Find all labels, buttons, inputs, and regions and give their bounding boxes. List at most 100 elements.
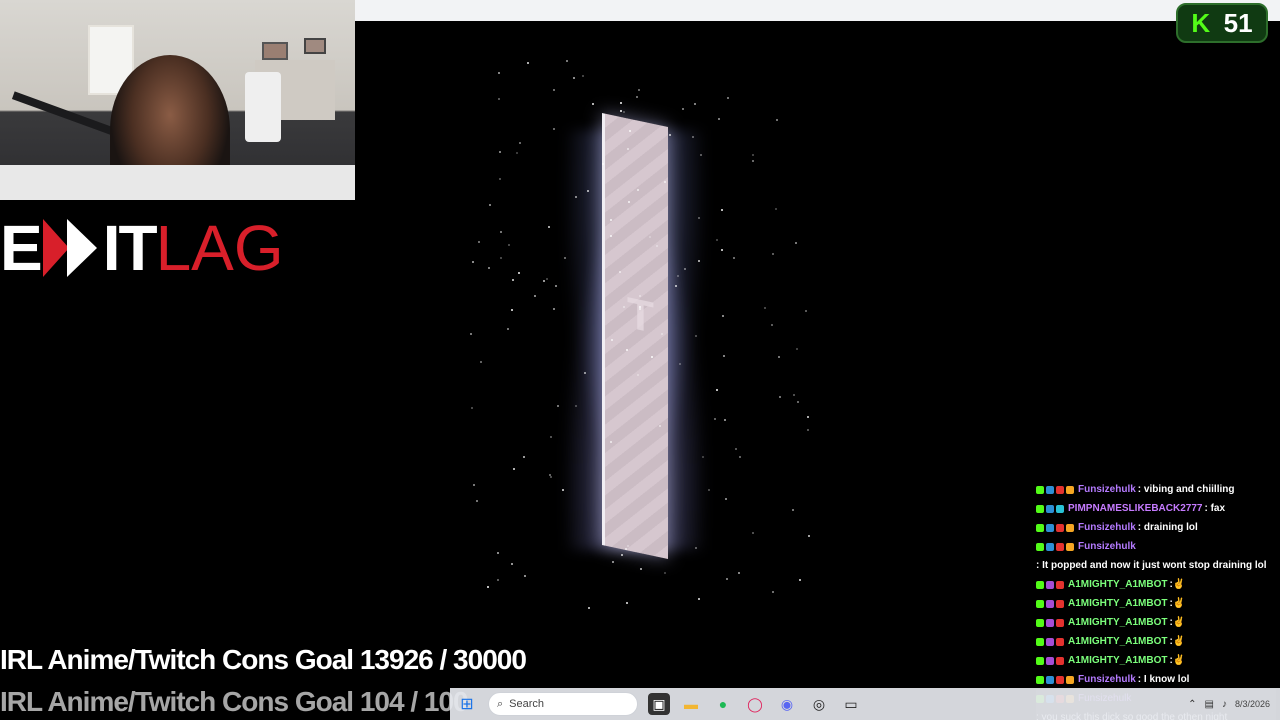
wall-frame-2 [304,38,326,54]
chat-badges-icon [1036,504,1064,513]
star-particle [513,467,516,470]
star-particle [796,401,799,404]
star-particle [774,208,777,211]
star-particle [499,177,502,180]
viewer-count: 51 [1223,7,1253,38]
star-particle [626,544,629,547]
star-particle [791,509,794,512]
star-particle [507,327,510,330]
logo-letters-it: IT [102,212,158,284]
star-particle [717,117,720,120]
star-particle [771,590,774,593]
star-particle [510,563,513,566]
emote-icon: ✌ [1172,636,1186,647]
star-particle [592,103,595,106]
star-particle [678,362,681,365]
chat-overlay: Funsizehulk: vibing and chiilling PIMPNAM… [1036,480,1276,720]
star-particle [497,71,500,74]
chat-username: A1MIGHTY_A1MBOT [1068,636,1168,647]
logo-letters-lag: LAG [155,212,284,284]
chat-badges-icon [1036,637,1064,646]
star-particle [573,76,576,79]
app-window-icon[interactable]: ▭ [840,693,862,715]
stream-canvas: E IT LAG T K 51 Funsizehulk: vibing and … [0,0,1280,720]
wall-frame-1 [262,42,288,60]
star-particle [763,307,766,310]
chat-badges-icon [1036,523,1074,532]
star-particle [637,89,640,92]
star-particle [511,308,514,311]
tray-chevron-icon[interactable]: ⌃ [1188,699,1196,710]
desk-surface [0,165,355,200]
star-particle [639,567,642,570]
star-particle [694,335,697,338]
star-particle [552,88,555,91]
tray-date[interactable]: 8/3/2026 [1235,699,1270,710]
file-explorer-icon[interactable]: ▬ [680,693,702,715]
star-particle [693,102,696,105]
chat-badges-icon [1036,675,1074,684]
chat-text: : vibing and chiilling [1137,484,1235,495]
spotify-icon[interactable]: ● [712,693,734,715]
chat-badges-icon [1036,542,1074,551]
star-particle [472,261,475,264]
chat-username: Funsizehulk [1078,522,1136,533]
goal-text-secondary: IRL Anime/Twitch Cons Goal 104 / 100 [0,686,469,717]
discord-icon[interactable]: ◉ [776,693,798,715]
chat-badges-icon [1036,485,1074,494]
star-particle [735,448,738,451]
star-particle [638,294,641,297]
star-particle [805,309,808,312]
logo-letter-e: E [0,212,43,284]
star-particle [636,374,639,377]
star-particle [611,560,614,563]
star-particle [752,154,755,157]
chat-username: Funsizehulk [1078,674,1136,685]
chat-message: Funsizehulk: vibing and chiilling [1036,480,1276,499]
chat-badges-icon [1036,580,1064,589]
chat-username: A1MIGHTY_A1MBOT [1068,579,1168,590]
tray-volume-icon[interactable]: ♪ [1222,699,1227,710]
chat-message: Funsizehulk: draining lol [1036,518,1276,537]
opera-icon[interactable]: ◯ [744,693,766,715]
star-particle [534,294,537,297]
taskbar-search[interactable]: ⌕ Search [488,692,638,716]
tray-network-icon[interactable]: ▤ [1205,699,1214,710]
star-particle [727,97,730,100]
star-particle [516,152,519,155]
star-particle [566,60,569,62]
windows-start-icon[interactable]: ⊞ [456,693,478,715]
star-particle [472,483,475,486]
chat-username: A1MIGHTY_A1MBOT [1068,598,1168,609]
star-particle [518,142,521,145]
star-particle [556,404,559,407]
star-particle [675,284,677,287]
task-view-icon[interactable]: ▣ [648,693,670,715]
star-particle [655,245,658,248]
star-particle [498,98,501,101]
microphone-arm [11,91,119,137]
obs-icon[interactable]: ◎ [808,693,830,715]
windows-taskbar: ⊞ ⌕ Search ▣ ▬ ● ◯ ◉ ◎ ▭ ⌃ ▤ ♪ 8/3/2026 [450,688,1280,720]
chat-username: A1MIGHTY_A1MBOT [1068,617,1168,628]
star-particle [620,554,623,557]
chat-username: Funsizehulk [1078,541,1136,552]
star-particle [669,133,672,136]
chat-message: A1MIGHTY_A1MBOT: ✌ [1036,594,1276,613]
star-particle [575,195,578,198]
star-particle [498,151,501,154]
star-particle [737,572,740,575]
chat-badges-icon [1036,599,1064,608]
star-particle [497,578,500,581]
star-particle [701,456,704,459]
goal-text-primary: IRL Anime/Twitch Cons Goal 13926 / 30000 [0,644,527,675]
chat-message: A1MIGHTY_A1MBOT: ✌ [1036,613,1276,632]
star-particle [792,393,795,396]
star-particle [636,95,639,98]
emote-icon: ✌ [1172,598,1186,609]
star-particle [587,607,590,610]
chat-text: : fax [1204,503,1226,514]
star-particle [487,585,490,588]
star-particle [619,102,622,105]
kick-logo-icon: K [1191,7,1211,38]
